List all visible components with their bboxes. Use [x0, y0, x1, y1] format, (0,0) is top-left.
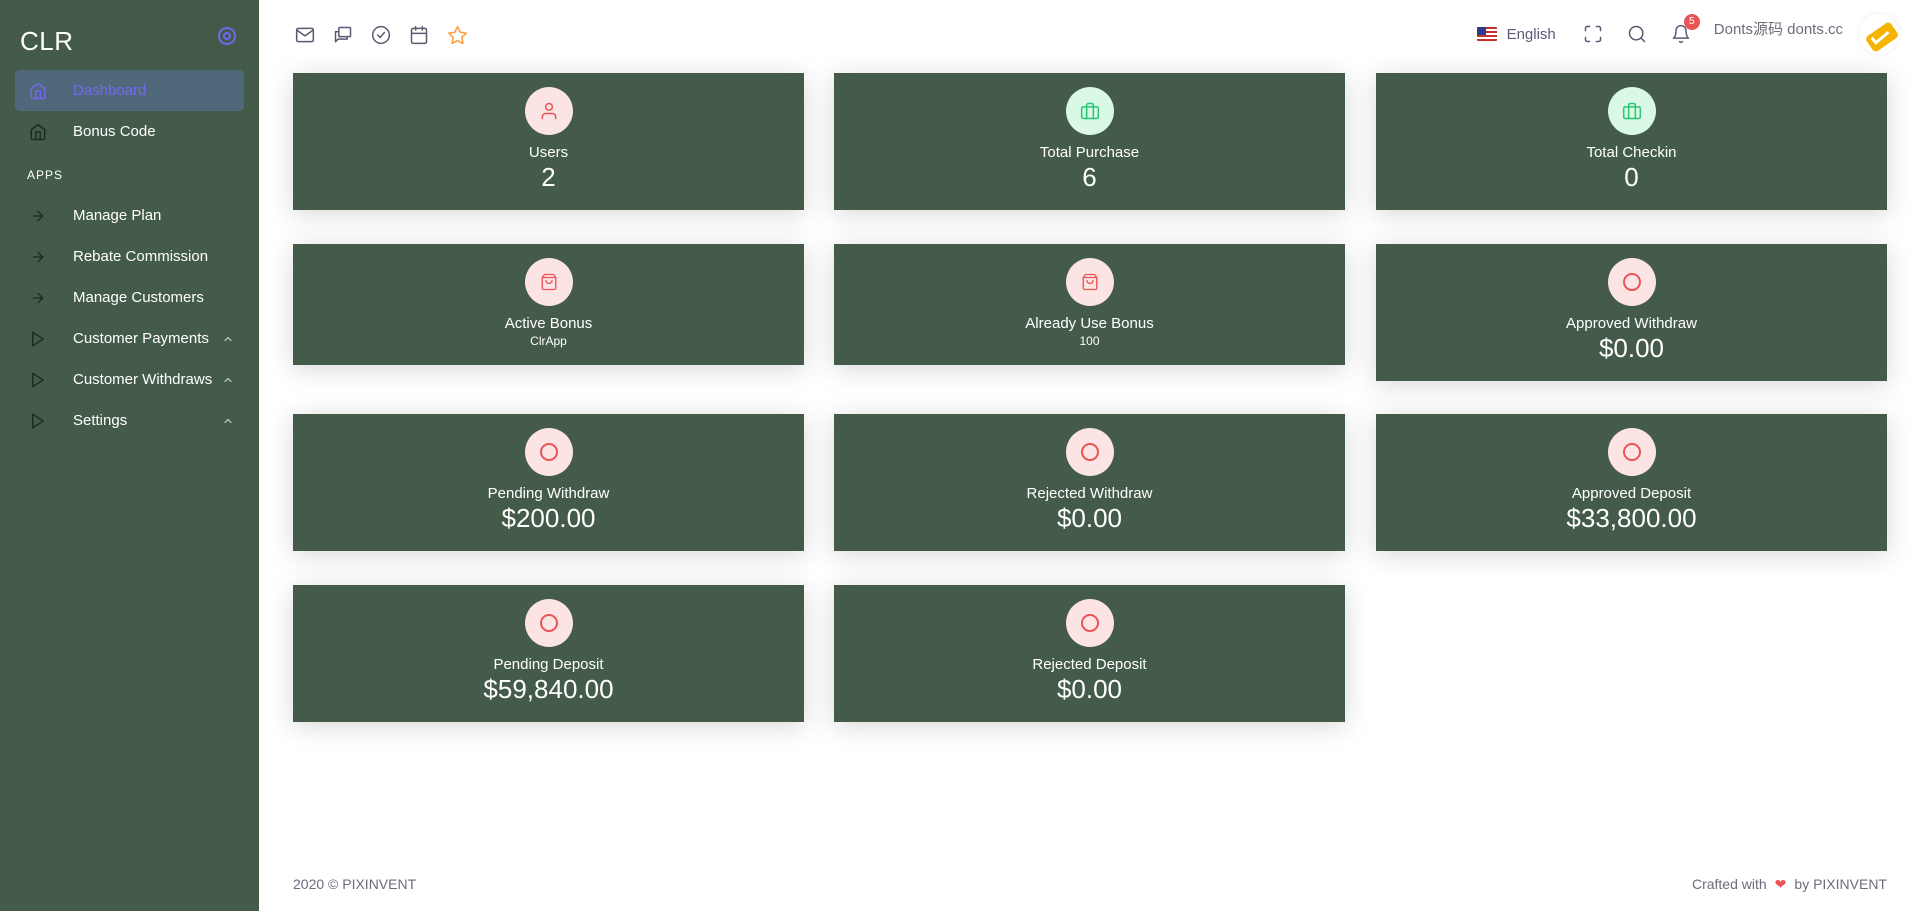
- user-name[interactable]: Donts源码 donts.cc: [1714, 18, 1843, 39]
- sidebar-item-label: Settings: [73, 412, 128, 429]
- arrow-right-icon: [28, 247, 48, 267]
- stat-label: Rejected Withdraw: [1026, 485, 1153, 502]
- play-icon: [28, 370, 48, 390]
- footer: 2020 © PIXINVENT Crafted with ❤ by PIXINVE…: [293, 876, 1887, 893]
- bell-icon[interactable]: 5: [1670, 14, 1700, 45]
- stat-value: $59,840.00: [483, 674, 614, 704]
- heart-icon: ❤: [1774, 876, 1787, 892]
- stat-value: 2: [541, 162, 556, 192]
- stat-card-pending-deposit: Pending Deposit $59,840.00: [293, 585, 804, 722]
- arrow-right-icon: [28, 206, 48, 226]
- circle-icon: [1065, 599, 1114, 647]
- shopping-bag-icon: [524, 258, 573, 306]
- sidebar-item-manage-plan[interactable]: Manage Plan: [15, 195, 244, 236]
- stat-value: $33,800.00: [1566, 503, 1697, 533]
- bookmark-icons: [295, 24, 485, 46]
- stat-value: $0.00: [1056, 674, 1123, 704]
- stat-label: Approved Withdraw: [1566, 315, 1697, 332]
- us-flag-icon[interactable]: [1476, 27, 1497, 41]
- sidebar-item-label: Customer Payments: [73, 330, 209, 347]
- home-icon: [28, 81, 48, 101]
- sidebar-section-header: APPS: [27, 167, 64, 182]
- stat-subvalue: 100: [1079, 334, 1100, 348]
- stat-value: $0.00: [1056, 503, 1123, 533]
- stat-value: $200.00: [501, 503, 596, 533]
- sidebar-item-settings[interactable]: Settings: [15, 400, 244, 441]
- fullscreen-icon[interactable]: [1582, 23, 1604, 45]
- user-icon: [524, 87, 573, 135]
- footer-credit-suffix: by PIXINVENT: [1794, 876, 1887, 892]
- stat-label: Pending Withdraw: [487, 485, 610, 502]
- brand-logo[interactable]: CLR: [20, 26, 74, 57]
- chevron-up-icon: [222, 414, 234, 431]
- star-icon[interactable]: [447, 24, 485, 46]
- stat-card-approved-deposit: Approved Deposit $33,800.00: [1376, 414, 1887, 551]
- check-circle-icon[interactable]: [371, 24, 409, 46]
- footer-credit-prefix: Crafted with: [1691, 876, 1767, 892]
- avatar[interactable]: [1859, 14, 1899, 54]
- stat-label: Already Use Bonus: [1025, 315, 1154, 332]
- stat-card-total-purchase: Total Purchase 6: [834, 73, 1345, 210]
- sidebar-toggle-icon[interactable]: [218, 27, 236, 45]
- stat-card-rejected-withdraw: Rejected Withdraw $0.00: [834, 414, 1345, 551]
- circle-icon: [524, 428, 573, 476]
- stat-label: Rejected Deposit: [1032, 656, 1147, 673]
- sidebar-item-label: Manage Customers: [73, 289, 204, 306]
- sidebar-item-label: Customer Withdraws: [73, 371, 213, 388]
- stat-card-approved-withdraw: Approved Withdraw $0.00: [1376, 244, 1887, 381]
- stat-label: Users: [528, 144, 569, 161]
- navbar-right: English 5 Donts源码 donts.cc: [1476, 14, 1899, 54]
- circle-icon: [1607, 428, 1656, 476]
- stat-label: Approved Deposit: [1571, 485, 1692, 502]
- stat-label: Active Bonus: [504, 315, 593, 332]
- stat-card-pending-withdraw: Pending Withdraw $200.00: [293, 414, 804, 551]
- footer-copyright: 2020 © PIXINVENT: [293, 876, 417, 892]
- stat-label: Total Checkin: [1586, 144, 1677, 161]
- home-icon: [28, 122, 48, 142]
- shopping-bag-icon: [1065, 258, 1114, 306]
- stat-value: $0.00: [1598, 333, 1665, 363]
- circle-icon: [1065, 428, 1114, 476]
- circle-icon: [1607, 258, 1656, 306]
- calendar-icon[interactable]: [409, 24, 447, 46]
- mail-icon[interactable]: [295, 24, 333, 46]
- play-icon: [28, 329, 48, 349]
- sidebar-item-label: Dashboard: [73, 82, 147, 99]
- sidebar-item-label: Rebate Commission: [73, 248, 209, 265]
- sidebar-item-bonus-code[interactable]: Bonus Code: [15, 111, 244, 152]
- stat-card-users: Users 2: [293, 73, 804, 210]
- sidebar-item-manage-customers[interactable]: Manage Customers: [15, 277, 244, 318]
- sidebar-nav: Dashboard Bonus Code APPS Manage Plan Re…: [15, 70, 244, 441]
- notification-badge: 5: [1683, 14, 1700, 30]
- circle-icon: [524, 599, 573, 647]
- briefcase-icon: [1065, 87, 1114, 135]
- chevron-up-icon: [222, 373, 234, 390]
- arrow-right-icon: [28, 288, 48, 308]
- stat-card-rejected-deposit: Rejected Deposit $0.00: [834, 585, 1345, 722]
- stat-card-active-bonus: Active Bonus ClrApp: [293, 244, 804, 365]
- chat-icon[interactable]: [333, 24, 371, 46]
- briefcase-icon: [1607, 87, 1656, 135]
- language-selector[interactable]: English: [1507, 26, 1556, 43]
- sidebar: CLR Dashboard Bonus Code APPS Manage Pla…: [0, 0, 259, 911]
- stat-card-already-use-bonus: Already Use Bonus 100: [834, 244, 1345, 365]
- sidebar-item-customer-withdraws[interactable]: Customer Withdraws: [15, 359, 244, 400]
- sidebar-item-dashboard[interactable]: Dashboard: [15, 70, 244, 111]
- sidebar-item-label: Manage Plan: [73, 207, 162, 224]
- stat-label: Total Purchase: [1039, 144, 1140, 161]
- stat-value: 6: [1082, 162, 1097, 192]
- play-icon: [28, 411, 48, 431]
- top-navbar: English 5 Donts源码 donts.cc: [259, 0, 1919, 70]
- stat-subvalue: ClrApp: [530, 334, 567, 348]
- stat-label: Pending Deposit: [493, 656, 604, 673]
- sidebar-item-label: Bonus Code: [73, 123, 156, 140]
- footer-credit: Crafted with ❤ by PIXINVENT: [1692, 876, 1887, 893]
- chevron-up-icon: [222, 332, 234, 349]
- stat-card-total-checkin: Total Checkin 0: [1376, 73, 1887, 210]
- search-icon[interactable]: [1626, 23, 1648, 45]
- stat-value: 0: [1624, 162, 1639, 192]
- sidebar-item-rebate-commission[interactable]: Rebate Commission: [15, 236, 244, 277]
- sidebar-item-customer-payments[interactable]: Customer Payments: [15, 318, 244, 359]
